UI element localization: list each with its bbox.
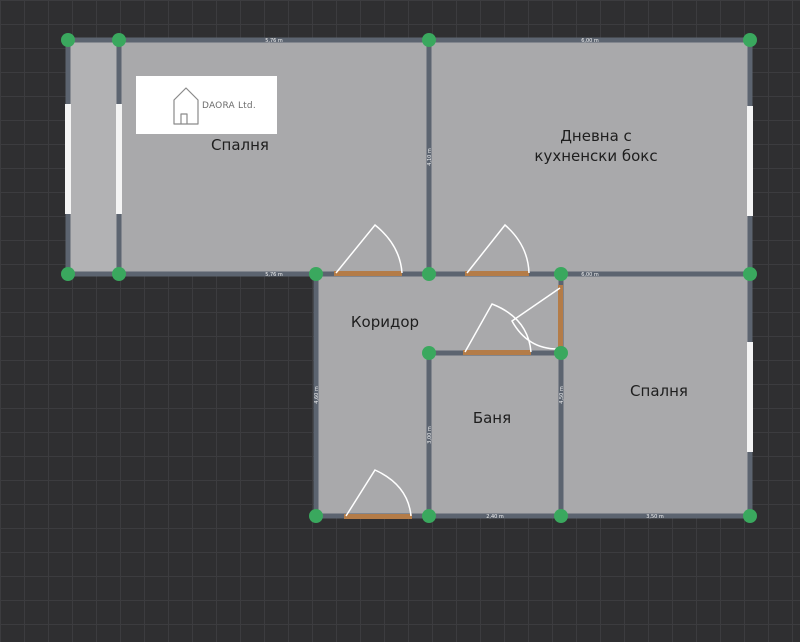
dim-mid-right: 6,00 m [581, 272, 599, 278]
node [422, 346, 436, 360]
node [554, 346, 568, 360]
room-label-bathroom: Баня [473, 409, 511, 427]
room-label-bedroom-south: Спалня [630, 382, 688, 400]
dim-bath-right: 4,50 m [559, 386, 565, 404]
node [112, 33, 126, 47]
floor-plan: 5,76 m 6,00 m 5,76 m 6,00 m 4,10 m 4,60 … [61, 33, 757, 523]
room-label-living-line1: Дневна с [560, 127, 632, 145]
dim-mid-left: 5,76 m [265, 272, 283, 278]
dim-top-right: 6,00 m [581, 38, 599, 44]
company-logo: DAORA Ltd. [136, 76, 277, 134]
dim-corridor-height: 4,60 m [314, 386, 320, 404]
node [61, 33, 75, 47]
node [743, 267, 757, 281]
floor-balcony [70, 42, 118, 272]
dim-inner-wall-top: 4,10 m [427, 148, 433, 166]
window-west [65, 104, 71, 214]
node [309, 509, 323, 523]
room-label-corridor: Коридор [351, 313, 419, 331]
room-label-bedroom-north: Спалня [211, 136, 269, 154]
node [554, 509, 568, 523]
window-balcony [116, 104, 122, 214]
node [743, 33, 757, 47]
logo-text: DAORA Ltd. [202, 101, 256, 111]
node [554, 267, 568, 281]
window-east-top [747, 106, 753, 216]
node [743, 509, 757, 523]
node [422, 267, 436, 281]
dim-bottom-bath: 2,40 m [486, 514, 504, 520]
node [422, 509, 436, 523]
node [61, 267, 75, 281]
node [112, 267, 126, 281]
window-east-bottom [747, 342, 753, 452]
room-label-living-line2: кухненски бокс [534, 147, 657, 165]
dim-bath-left: 3,00 m [427, 426, 433, 444]
dim-bottom-bedroom: 3,50 m [646, 514, 664, 520]
dim-top-left: 5,76 m [265, 38, 283, 44]
node [309, 267, 323, 281]
node [422, 33, 436, 47]
